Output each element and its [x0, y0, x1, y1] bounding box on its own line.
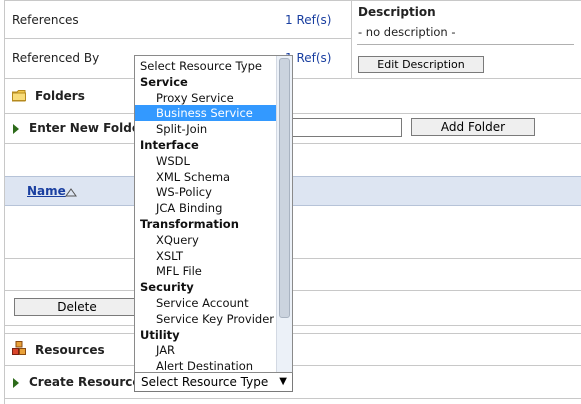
dropdown-option[interactable]: JCA Binding — [135, 200, 292, 216]
dropdown-option[interactable]: Service Account — [135, 295, 292, 311]
dropdown-group-label: Interface — [140, 138, 199, 152]
expand-arrow-icon[interactable] — [13, 378, 19, 388]
dropdown-option[interactable]: JAR — [135, 342, 292, 358]
create-resource-label[interactable]: Create Resource: — [29, 375, 145, 389]
folders-title: Folders — [35, 89, 85, 103]
dropdown-option[interactable]: XML Schema — [135, 169, 292, 185]
dropdown-option[interactable]: Split-Join — [135, 121, 292, 137]
description-title: Description — [358, 5, 436, 19]
folders-table-header — [5, 176, 581, 206]
description-value: - no description - — [358, 25, 456, 39]
dropdown-option[interactable]: Service Key Provider — [135, 311, 292, 327]
delete-button[interactable]: Delete — [14, 298, 140, 316]
expand-arrow-icon[interactable] — [13, 124, 19, 134]
dropdown-option[interactable]: Business Service — [135, 105, 292, 122]
resource-type-dropdown[interactable]: Select Resource Type Service Proxy Service… — [134, 55, 293, 373]
dropdown-option[interactable]: XQuery — [135, 232, 292, 248]
dropdown-group-label: Security — [140, 280, 194, 295]
dropdown-group-label: Transformation — [140, 217, 239, 231]
dropdown-option[interactable]: Proxy Service — [135, 90, 292, 106]
chevron-down-icon[interactable]: ▼ — [279, 373, 287, 391]
dropdown-group-label: Utility — [140, 327, 180, 342]
dropdown-option[interactable]: Alert Destination — [135, 358, 292, 372]
referenced-by-label: Referenced By — [12, 51, 100, 65]
scrollbar-thumb[interactable] — [279, 58, 290, 318]
dropdown-option[interactable]: WSDL — [135, 153, 292, 169]
resources-icon — [12, 341, 26, 355]
resources-title: Resources — [35, 343, 105, 357]
folder-icon — [11, 90, 26, 102]
references-label: References — [12, 13, 79, 27]
resource-type-select[interactable]: Select Resource Type ▼ — [134, 372, 293, 392]
dropdown-scrollbar[interactable] — [276, 56, 292, 372]
add-folder-button[interactable]: Add Folder — [411, 118, 535, 136]
sort-ascending-icon[interactable] — [65, 186, 77, 197]
dropdown-option[interactable]: Select Resource Type — [135, 58, 282, 74]
folder-name-input[interactable] — [292, 118, 402, 137]
resource-type-select-value: Select Resource Type — [141, 375, 269, 389]
edit-description-button[interactable]: Edit Description — [358, 56, 484, 73]
dropdown-option[interactable]: MFL File — [135, 263, 292, 279]
dropdown-option[interactable]: XSLT — [135, 248, 292, 264]
name-column-header[interactable]: Name — [27, 184, 66, 198]
dropdown-group-label: Service — [140, 74, 188, 89]
references-link[interactable]: 1 Ref(s) — [285, 13, 331, 27]
enter-new-folder-label[interactable]: Enter New Folder — [29, 121, 146, 135]
dropdown-option[interactable]: WS-Policy — [135, 184, 292, 200]
